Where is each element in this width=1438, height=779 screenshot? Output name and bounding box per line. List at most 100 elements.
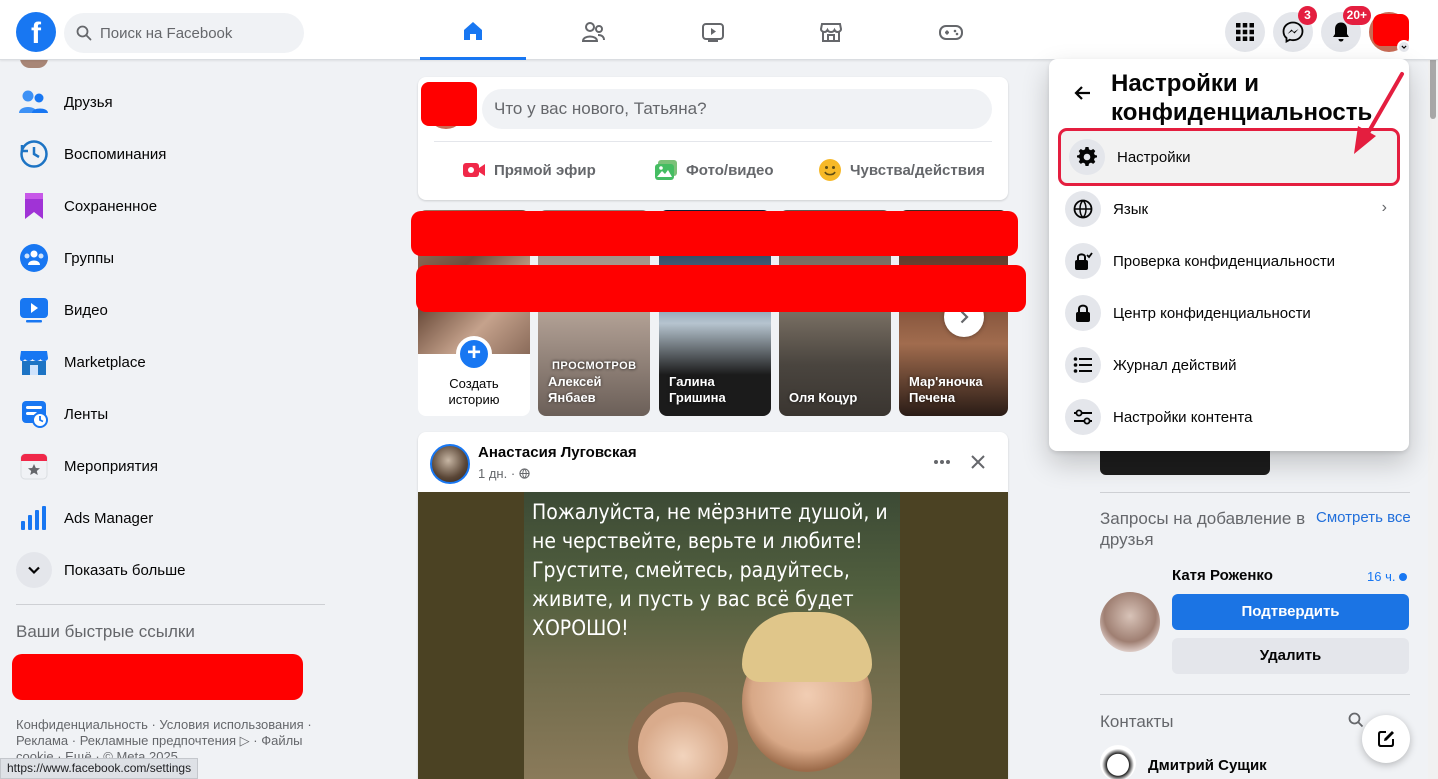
post-composer: Что у вас нового, Татьяна? Прямой эфир Ф… [418,77,1008,200]
lock-check-icon [1065,243,1101,279]
menu-item-label: Настройки [1117,148,1191,166]
feeling-activity-button[interactable]: Чувства/действия [818,155,985,185]
post-timestamp[interactable]: 1 дн. · [478,466,530,481]
menu-item-activity-log[interactable]: Журнал действий [1057,339,1401,391]
sidebar-item-events[interactable]: Мероприятия [16,444,158,488]
menu-item-content-preferences[interactable]: Настройки контента [1057,391,1401,443]
compose-icon [1378,731,1394,747]
close-icon[interactable] [967,451,989,473]
contacts-title: Контакты [1100,712,1174,731]
sidebar-item-show-more[interactable]: Показать больше [16,548,185,592]
tab-friends[interactable] [540,4,646,60]
story-name: Галина Гришина [669,374,726,405]
photo-video-button[interactable]: Фото/видео [654,155,774,185]
right-divider [1100,694,1410,695]
menu-item-label: Журнал действий [1113,356,1237,374]
facebook-logo[interactable]: f [16,12,56,52]
see-all-link[interactable]: Смотреть все [1316,509,1411,526]
contact-avatar[interactable] [1100,745,1136,779]
page-scrollbar[interactable] [1428,0,1438,779]
account-avatar[interactable] [1369,12,1411,54]
tab-marketplace[interactable] [778,4,884,60]
contact-name[interactable]: Дмитрий Сущик [1148,757,1267,774]
video-icon [16,292,52,328]
story-overlay-text: ПРОСМОТРОВ [552,360,637,372]
shortcuts-title: Ваши быстрые ссылки [16,622,195,641]
lock-icon [1065,295,1101,331]
messenger-badge: 3 [1298,6,1317,25]
redacted-shortcut[interactable] [12,654,303,700]
menu-item-privacy-center[interactable]: Центр конфиденциальности [1057,287,1401,339]
menu-button[interactable] [1225,12,1265,52]
events-icon [16,448,52,484]
tab-video[interactable] [660,4,766,60]
request-time: 16 ч. [1367,569,1408,584]
composer-divider [434,141,992,142]
chevron-down-icon [1397,40,1411,54]
live-video-label: Прямой эфир [494,161,596,179]
gear-icon [1069,139,1105,175]
sidebar-item-video[interactable]: Видео [16,288,108,332]
sidebar-item-ads-manager[interactable]: Ads Manager [16,496,153,540]
search-box[interactable] [64,13,304,53]
messenger-icon [1282,21,1304,43]
ads-manager-icon [16,500,52,536]
notifications-badge: 20+ [1342,6,1371,25]
more-options-icon[interactable] [930,450,954,474]
search-icon[interactable] [1348,712,1364,733]
post-author-name[interactable]: Анастасия Луговская [478,444,637,461]
sidebar-item-label: Группы [64,249,114,267]
saved-icon [16,188,52,224]
sidebar-item-saved[interactable]: Сохраненное [16,184,157,228]
messenger-button[interactable]: 3 [1273,6,1317,52]
sidebar-item-label: Показать больше [64,561,186,579]
video-tab-icon [702,23,724,42]
search-icon [76,25,92,41]
request-name[interactable]: Катя Роженко [1172,567,1273,584]
post-photo: Пожалуйста, не мёрзните душой, и не черс… [524,492,900,779]
friend-requests-title: Запросы на добавление в друзья [1100,509,1306,549]
tab-gaming[interactable] [898,4,1004,60]
menu-item-label: Язык [1113,200,1149,218]
redacted-story-names [416,265,1026,312]
status-bar-url: https://www.facebook.com/settings [0,758,199,779]
plus-icon: + [456,336,492,372]
delete-request-button[interactable]: Удалить [1172,638,1409,674]
groups-icon [16,240,52,276]
post-author-avatar[interactable] [430,444,470,484]
sidebar-divider [16,604,325,605]
live-video-icon [462,160,486,180]
post-image[interactable]: Пожалуйста, не мёрзните душой, и не черс… [418,492,1008,779]
sidebar-item-label: Ads Manager [64,509,154,527]
confirm-request-button[interactable]: Подтвердить [1172,594,1409,630]
search-input[interactable] [100,13,296,53]
back-button[interactable] [1067,77,1099,109]
gamepad-icon [939,25,963,40]
story-name: Мар'яночка Печена [909,374,983,405]
photo-icon [654,159,678,181]
redacted-avatar [421,82,477,126]
top-navigation-bar: f 3 20+ [0,0,1438,60]
composer-input[interactable]: Что у вас нового, Татьяна? [482,89,992,129]
post-text: Пожалуйста, не мёрзните душой, и не черс… [532,500,888,640]
memories-icon [16,136,52,172]
friends-icon [581,22,605,42]
menu-item-settings[interactable]: Настройки [1058,128,1400,186]
sidebar-item-memories[interactable]: Воспоминания [16,132,166,176]
notifications-button[interactable]: 20+ [1321,6,1371,52]
annotation-arrow-icon [1354,72,1404,154]
sidebar-item-marketplace[interactable]: Marketplace [16,340,146,384]
menu-item-label: Проверка конфиденциальности [1113,252,1336,270]
tab-home[interactable] [420,4,526,60]
menu-item-privacy-checkup[interactable]: Проверка конфиденциальности [1057,235,1401,287]
sidebar-item-groups[interactable]: Группы [16,236,114,280]
menu-item-language[interactable]: Язык › [1057,183,1401,235]
live-video-button[interactable]: Прямой эфир [462,155,596,185]
sidebar-item-label: Сохраненное [64,197,158,215]
new-message-button[interactable] [1362,715,1410,763]
sidebar-item-feeds[interactable]: Ленты [16,392,108,436]
arrow-left-icon [1074,86,1090,100]
request-avatar[interactable] [1100,592,1160,652]
sidebar-item-friends[interactable]: Друзья [16,80,113,124]
menu-item-label: Центр конфиденциальности [1113,304,1311,322]
